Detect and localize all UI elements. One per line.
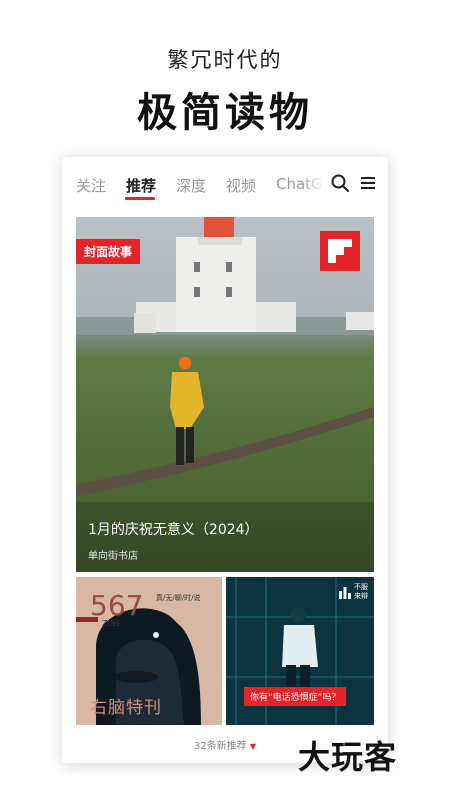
flipboard-logo-icon <box>320 231 360 271</box>
cover-story-tag: 封面故事 <box>76 239 141 264</box>
zine-side-text: 真/无/聊/时/说 <box>156 594 201 602</box>
hero-subtitle: 繁冗时代的 <box>167 48 283 72</box>
zine-number: 567 <box>90 589 144 622</box>
tab-depth[interactable]: 深度 <box>176 175 206 196</box>
watermark-text: 大玩客 <box>298 738 398 776</box>
more-recommendations-label: 32条新推荐 <box>193 741 247 752</box>
debate-card[interactable]: 不服 来辩 你有“电话恐惧症”吗？ <box>226 577 374 725</box>
zine-card[interactable]: 567 ZINE 真/无/聊/时/说 右脑特刊 <box>76 577 222 725</box>
cover-story-title: 1月的庆祝无意义（2024） <box>88 522 259 538</box>
zine-label: ZINE <box>102 619 121 628</box>
tab-bar: 关注 推荐 深度 视频 ChatG <box>62 157 388 209</box>
tab-video[interactable]: 视频 <box>226 175 256 196</box>
tab-follow[interactable]: 关注 <box>76 175 106 196</box>
hero-title: 极简读物 <box>137 90 313 136</box>
caret-down-icon: ▼ <box>249 742 257 751</box>
cover-story-source: 单向街书店 <box>88 551 138 562</box>
debate-logo: 不服 来辩 <box>339 583 368 601</box>
tab-fade <box>302 167 324 201</box>
tab-recommend[interactable]: 推荐 <box>126 175 156 196</box>
cover-story-card[interactable]: 封面故事 1月的庆祝无意义（2024） 单向街书店 <box>76 217 374 572</box>
menu-icon[interactable] <box>358 173 378 193</box>
active-tab-indicator <box>125 197 155 200</box>
debate-logo-line1: 不服 <box>354 583 368 591</box>
debate-logo-line2: 来辩 <box>354 592 368 600</box>
zine-title: 右脑特刊 <box>90 698 162 718</box>
bar-chart-icon <box>339 587 351 599</box>
app-screen: 关注 推荐 深度 视频 ChatG 封面故事 1月的庆祝无意义（2024） 单向… <box>62 157 388 763</box>
search-icon[interactable] <box>330 173 350 193</box>
debate-caption: 你有“电话恐惧症”吗？ <box>244 687 347 706</box>
